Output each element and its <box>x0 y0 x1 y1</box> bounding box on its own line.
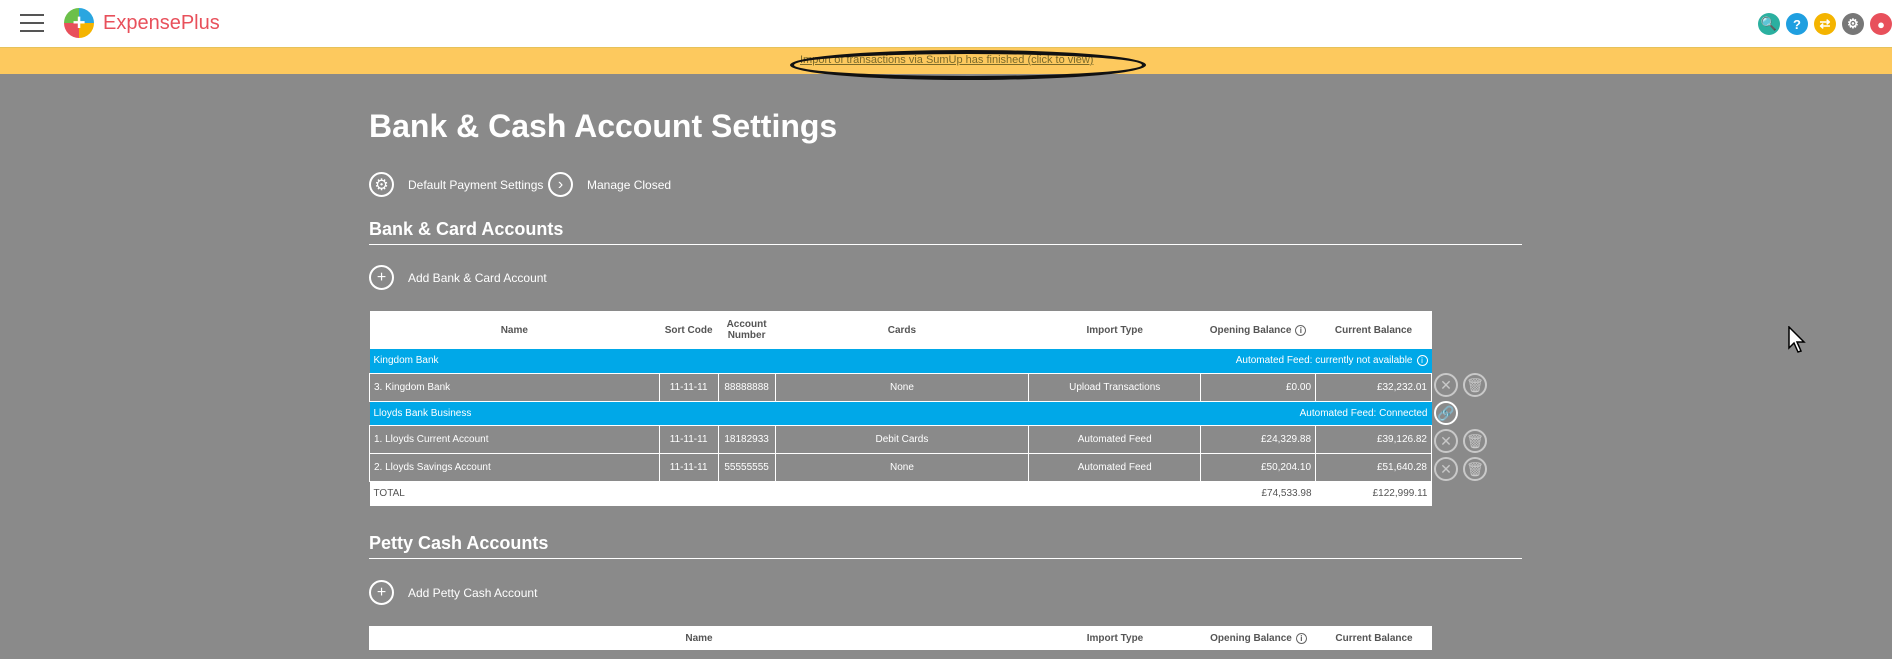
bank-group-name: Lloyds Bank Business <box>369 401 1029 425</box>
col-opening-balance-label: Opening Balance <box>1209 324 1292 336</box>
col-current-balance: Current Balance <box>1315 311 1432 349</box>
col-opening-balance-label: Opening Balance <box>1210 632 1292 644</box>
plus-icon: + <box>369 265 394 290</box>
total-label: TOTAL <box>369 481 1201 506</box>
total-current-balance: £122,999.11 <box>1315 481 1432 506</box>
row-actions: 🔗 <box>1434 401 1458 425</box>
top-bar: ExpensePlus 🔍 ? ⇄ ⚙ ● <box>0 0 1892 48</box>
sort-code: 11-11-11 <box>658 424 719 454</box>
row-actions: ✕ 🗑 <box>1434 429 1487 453</box>
cards: None <box>774 372 1030 402</box>
bank-feed-status: Automated Feed: Connected <box>1028 401 1432 425</box>
notification-banner: Import of transactions via SumUp has fin… <box>0 48 1892 74</box>
table-header: Name Import Type Opening Balance i Curren… <box>369 626 1432 650</box>
user-icon[interactable]: ● <box>1870 13 1892 35</box>
account-number: 88888888 <box>717 372 776 402</box>
info-icon[interactable]: i <box>1416 355 1428 367</box>
section-divider <box>369 558 1522 559</box>
col-name: Name <box>369 626 1029 650</box>
table-header: Name Sort Code Account Number Cards Impo… <box>369 311 1432 349</box>
row-actions: ✕ 🗑 <box>1434 457 1487 481</box>
bank-feed-status: Automated Feed: currently not available i <box>1028 349 1432 373</box>
col-import-type: Import Type <box>1028 311 1201 349</box>
bank-group-row: Lloyds Bank Business Automated Feed: Con… <box>369 401 1432 425</box>
petty-cash-accounts-table: Name Import Type Opening Balance i Curren… <box>369 626 1432 650</box>
chevron-right-icon: › <box>548 172 573 197</box>
gear-icon: ⚙ <box>369 172 394 197</box>
mouse-cursor-icon <box>1788 326 1806 353</box>
bank-group-name: Kingdom Bank <box>369 349 1029 373</box>
page-title: Bank & Cash Account Settings <box>369 108 838 144</box>
col-current-balance: Current Balance <box>1316 626 1432 650</box>
menu-icon[interactable] <box>20 14 44 32</box>
table-row[interactable]: 3. Kingdom Bank 11-11-11 88888888 None U… <box>369 372 1432 402</box>
total-opening-balance: £74,533.98 <box>1200 481 1316 506</box>
current-balance: £32,232.01 <box>1315 372 1432 402</box>
opening-balance: £0.00 <box>1200 372 1317 402</box>
account-name: 1. Lloyds Current Account <box>369 424 660 454</box>
add-bank-card-account-button[interactable]: + Add Bank & Card Account <box>369 265 547 290</box>
info-icon[interactable]: i <box>1295 324 1307 336</box>
manage-closed-button[interactable]: › Manage Closed <box>548 172 671 197</box>
table-row[interactable]: 2. Lloyds Savings Account 11-11-11 55555… <box>369 452 1432 482</box>
bank-group-row: Kingdom Bank Automated Feed: currently n… <box>369 349 1432 373</box>
bank-card-section-title: Bank & Card Accounts <box>369 219 564 239</box>
close-account-icon[interactable]: ✕ <box>1434 457 1458 481</box>
account-number: 18182933 <box>717 424 776 454</box>
brand-plus: Plus <box>180 12 220 34</box>
link-icon[interactable]: 🔗 <box>1434 401 1458 425</box>
petty-cash-section-title: Petty Cash Accounts <box>369 533 549 553</box>
default-payment-settings-button[interactable]: ⚙ Default Payment Settings <box>369 172 543 197</box>
add-petty-cash-account-label: Add Petty Cash Account <box>408 585 538 600</box>
cards: Debit Cards <box>774 424 1030 454</box>
col-account-number: Account Number <box>718 311 776 349</box>
row-actions: ✕ 🗑 <box>1434 373 1487 397</box>
opening-balance: £24,329.88 <box>1200 424 1317 454</box>
trash-icon[interactable]: 🗑 <box>1463 373 1487 397</box>
search-icon[interactable]: 🔍 <box>1758 13 1780 35</box>
default-payment-settings-label: Default Payment Settings <box>408 177 544 192</box>
col-sort-code: Sort Code <box>659 311 719 349</box>
help-icon[interactable]: ? <box>1786 13 1808 35</box>
add-petty-cash-account-button[interactable]: + Add Petty Cash Account <box>369 580 537 605</box>
close-account-icon[interactable]: ✕ <box>1434 373 1458 397</box>
info-icon[interactable]: i <box>1295 632 1307 644</box>
sync-icon[interactable]: ⇄ <box>1814 13 1836 35</box>
col-name: Name <box>369 311 660 349</box>
trash-icon[interactable]: 🗑 <box>1463 429 1487 453</box>
app-name[interactable]: ExpensePlus <box>103 12 220 35</box>
import-type: Upload Transactions <box>1028 372 1202 402</box>
feed-status-label: Automated Feed: currently not available <box>1235 355 1413 367</box>
account-name: 3. Kingdom Bank <box>369 372 660 402</box>
col-opening-balance: Opening Balance i <box>1200 311 1316 349</box>
sort-code: 11-11-11 <box>658 452 719 482</box>
opening-balance: £50,204.10 <box>1200 452 1317 482</box>
col-import-type: Import Type <box>1029 626 1201 650</box>
col-cards: Cards <box>775 311 1029 349</box>
col-opening-balance: Opening Balance i <box>1201 626 1316 650</box>
manage-closed-label: Manage Closed <box>587 177 672 192</box>
gear-icon[interactable]: ⚙ <box>1842 13 1864 35</box>
top-icons: 🔍 ? ⇄ ⚙ ● <box>1758 13 1892 35</box>
import-finished-link[interactable]: Import of transactions via SumUp has fin… <box>800 54 1093 66</box>
sort-code: 11-11-11 <box>658 372 719 402</box>
account-name: 2. Lloyds Savings Account <box>369 452 660 482</box>
current-balance: £51,640.28 <box>1315 452 1432 482</box>
add-bank-card-account-label: Add Bank & Card Account <box>408 270 547 285</box>
cards: None <box>774 452 1030 482</box>
account-number: 55555555 <box>717 452 776 482</box>
bank-card-accounts-table: Name Sort Code Account Number Cards Impo… <box>369 311 1432 506</box>
section-divider <box>369 244 1522 245</box>
current-balance: £39,126.82 <box>1315 424 1432 454</box>
trash-icon[interactable]: 🗑 <box>1463 457 1487 481</box>
close-account-icon[interactable]: ✕ <box>1434 429 1458 453</box>
brand-expense: Expense <box>103 12 181 34</box>
total-row: TOTAL £74,533.98 £122,999.11 <box>369 481 1432 506</box>
import-type: Automated Feed <box>1028 452 1202 482</box>
plus-icon: + <box>369 580 394 605</box>
table-row[interactable]: 1. Lloyds Current Account 11-11-11 18182… <box>369 424 1432 454</box>
import-type: Automated Feed <box>1028 424 1202 454</box>
expenseplus-logo[interactable] <box>64 8 94 38</box>
